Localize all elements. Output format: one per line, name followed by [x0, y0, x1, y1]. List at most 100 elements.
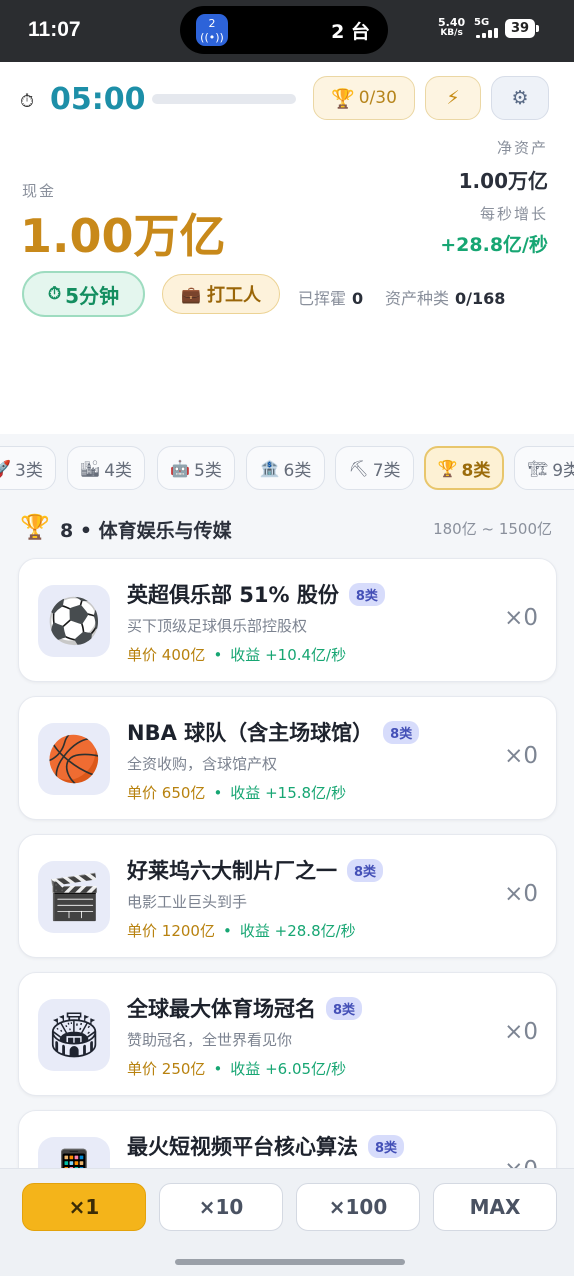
- tab-label: 7类: [372, 460, 401, 481]
- soccer-ball-icon: ⚽: [38, 585, 110, 657]
- tab-label: 4类: [104, 460, 133, 481]
- network-type: 5G: [474, 17, 490, 28]
- quantity-max-button[interactable]: MAX: [433, 1183, 557, 1231]
- asset-title: 好莱坞六大制片厂之一: [127, 859, 337, 883]
- cash-label: 现金: [22, 182, 57, 200]
- asset-title: NBA 球队（含主场球馆）: [127, 721, 374, 745]
- tab-category-4[interactable]: 🏙 4类: [67, 446, 145, 490]
- city-icon: 🏙: [79, 458, 101, 478]
- tab-label: 3类: [15, 460, 43, 481]
- game-duration-chip[interactable]: ⏱ 5分钟: [22, 271, 145, 317]
- boost-button[interactable]: ⚡: [425, 76, 481, 120]
- quantity-bar: ×1 ×10 ×100 MAX: [0, 1168, 574, 1276]
- growth-rate-label: 每秒增长: [479, 205, 548, 223]
- income-label: 收益: [230, 784, 261, 802]
- net-speed-value: 5.40: [438, 16, 466, 29]
- settings-button[interactable]: ⚙: [491, 76, 549, 120]
- card-title-row: 英超俱乐部 51% 股份 8类: [127, 579, 385, 609]
- tab-label: 9类: [552, 460, 574, 481]
- trophy-icon: 🏆: [20, 513, 50, 541]
- island-badge: 2: [208, 17, 216, 30]
- stopwatch-icon: ⏱: [20, 91, 35, 112]
- quantity-x1-button[interactable]: ×1: [22, 1183, 146, 1231]
- category-tabs: 🚀 3类 🏙 4类 🤖 5类 🏦 6类 ⛏ 7类 🏆 8类 🏗 9类: [0, 446, 574, 494]
- pickaxe-icon: ⛏: [348, 458, 369, 478]
- asset-card[interactable]: ⚽ 英超俱乐部 51% 股份 8类 买下顶级足球俱乐部控股权 单价 400亿 • 收…: [18, 558, 557, 682]
- asset-income: +10.4亿/秒: [265, 646, 347, 664]
- tab-label: 6类: [283, 460, 312, 481]
- countdown-timer: 05:00: [50, 82, 146, 117]
- tab-category-3[interactable]: 🚀 3类: [0, 446, 56, 490]
- tab-category-8[interactable]: 🏆 8类: [424, 446, 504, 490]
- rocket-icon: 🚀: [0, 458, 12, 478]
- asset-price: 250亿: [161, 1060, 206, 1078]
- tab-label: 5类: [194, 460, 222, 481]
- price-label: 单价: [127, 1060, 158, 1078]
- signal-icon: [476, 28, 500, 38]
- asset-card[interactable]: 🎬 好莱坞六大制片厂之一 8类 电影工业巨头到手 单价 1200亿 • 收益 +28…: [18, 834, 557, 958]
- stopwatch-icon: ⏱: [47, 284, 62, 304]
- asset-card[interactable]: 🏀 NBA 球队（含主场球馆） 8类 全资收购，含球馆产权 单价 650亿 • 收益…: [18, 696, 557, 820]
- asset-meta: 单价 650亿 • 收益 +15.8亿/秒: [127, 784, 347, 802]
- asset-types-stat: 资产种类 0/168: [385, 285, 505, 309]
- price-label: 单价: [127, 922, 158, 940]
- asset-title: 全球最大体育场冠名: [127, 997, 316, 1021]
- trophy-icon: 🏆: [437, 458, 458, 478]
- stadium-icon: 🏟: [38, 999, 110, 1071]
- spent-label: 已挥霍: [298, 289, 347, 308]
- asset-description: 赞助冠名，全世界看见你: [127, 1031, 293, 1049]
- price-label: 单价: [127, 646, 158, 664]
- home-indicator[interactable]: [175, 1259, 405, 1265]
- timer-progress-bar: [152, 94, 296, 104]
- net-speed-unit: KB/s: [440, 28, 463, 38]
- asset-description: 电影工业巨头到手: [127, 893, 248, 911]
- section-title: 8 • 体育娱乐与传媒: [60, 520, 232, 542]
- role-chip[interactable]: 💼 打工人: [162, 274, 280, 314]
- net-speed: 5.40 KB/s: [438, 17, 465, 39]
- basketball-icon: 🏀: [38, 723, 110, 795]
- tab-category-7[interactable]: ⛏ 7类: [335, 446, 414, 490]
- asset-meta: 单价 250亿 • 收益 +6.05亿/秒: [127, 1060, 347, 1078]
- battery-icon: 39: [505, 19, 539, 38]
- clapperboard-icon: 🎬: [38, 861, 110, 933]
- income-label: 收益: [230, 646, 261, 664]
- asset-card[interactable]: 🏟 全球最大体育场冠名 8类 赞助冠名，全世界看见你 单价 250亿 • 收益 +6…: [18, 972, 557, 1096]
- category-badge: 8类: [326, 996, 363, 1020]
- tab-category-9[interactable]: 🏗 9类: [514, 446, 574, 490]
- tab-category-5[interactable]: 🤖 5类: [157, 446, 235, 490]
- asset-income: +28.8亿/秒: [274, 922, 356, 940]
- owned-count: ×0: [504, 881, 538, 907]
- quantity-x100-button[interactable]: ×100: [296, 1183, 420, 1231]
- asset-meta: 单价 400亿 • 收益 +10.4亿/秒: [127, 646, 347, 664]
- crane-icon: 🏗: [527, 458, 549, 478]
- game-duration-label: 5分钟: [65, 283, 120, 308]
- asset-description: 买下顶级足球俱乐部控股权: [127, 617, 308, 635]
- section-price-range: 180亿 ~ 1500亿: [433, 520, 552, 538]
- card-title-row: 全球最大体育场冠名 8类: [127, 993, 363, 1023]
- asset-description: 全资收购，含球馆产权: [127, 755, 278, 773]
- cash-value: 1.00万亿: [20, 209, 226, 263]
- trophy-icon: 🏆: [331, 87, 355, 110]
- asset-income: +15.8亿/秒: [265, 784, 347, 802]
- tab-category-6[interactable]: 🏦 6类: [246, 446, 325, 490]
- tab-label: 8类: [461, 460, 491, 481]
- bank-icon: 🏦: [259, 458, 280, 478]
- owned-count: ×0: [504, 605, 538, 631]
- asset-meta: 单价 1200亿 • 收益 +28.8亿/秒: [127, 922, 356, 940]
- quantity-x10-button[interactable]: ×10: [159, 1183, 283, 1231]
- category-badge: 8类: [348, 582, 385, 606]
- achievements-button[interactable]: 🏆 0/30: [313, 76, 415, 120]
- asset-types-label: 资产种类: [385, 289, 450, 308]
- card-title-row: NBA 球队（含主场球馆） 8类: [127, 717, 420, 747]
- owned-count: ×0: [504, 1019, 538, 1045]
- briefcase-icon: 💼: [181, 284, 201, 304]
- asset-price: 1200亿: [161, 922, 215, 940]
- robot-icon: 🤖: [170, 458, 191, 478]
- cast-icon: 2 ((•)): [196, 14, 228, 46]
- income-label: 收益: [239, 922, 270, 940]
- card-title-row: 好莱坞六大制片厂之一 8类: [127, 855, 384, 885]
- net-assets-value: 1.00万亿: [458, 169, 548, 193]
- card-title-row: 最火短视频平台核心算法 8类: [127, 1131, 405, 1161]
- asset-price: 650亿: [161, 784, 206, 802]
- status-time: 11:07: [28, 18, 81, 41]
